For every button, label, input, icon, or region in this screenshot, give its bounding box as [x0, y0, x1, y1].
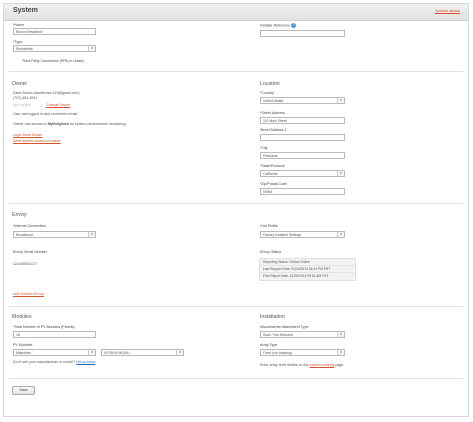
name-input[interactable]: Brown Residence: [13, 28, 96, 35]
envoy-serial-value: 121406002177: [13, 262, 37, 266]
pv-manufacturer-value: Mitsubishi: [16, 351, 32, 355]
owner-access-pre: Owner has access to: [13, 122, 48, 126]
internet-connection-label: *Internet Connection: [13, 224, 46, 228]
envoy-status-row: Last Support Date: 01/16/2014 06:10 PM P…: [260, 266, 355, 273]
pv-model-select[interactable]: UF250W-MLE5U ▾: [101, 349, 184, 356]
page-title: System: [13, 7, 38, 14]
country-label: *Country: [260, 91, 274, 95]
change-owner-link[interactable]: Change Owner: [46, 103, 70, 107]
installer-reference-label-text: Installer Reference: [260, 23, 291, 28]
owner-login-text: User has logged in and connected email: [13, 112, 78, 116]
location-section-title: Location: [260, 81, 280, 87]
third-party-text: Third Party Connection (PPA or Lease): [22, 59, 84, 63]
installer-reference-label: Installer Reference ?: [260, 23, 297, 28]
chevron-down-icon: ▾: [337, 171, 344, 176]
pv-model-value: UF250W-MLE5U: [104, 351, 130, 355]
owner-section-title: Owner: [12, 81, 28, 87]
chevron-down-icon: ▾: [88, 350, 95, 355]
street-input[interactable]: 110 Main Street: [260, 117, 345, 124]
divider: [9, 203, 463, 204]
type-select-value: Residential: [16, 47, 33, 51]
country-select-value: United States: [263, 99, 284, 103]
chevron-down-icon: ▾: [337, 332, 344, 337]
owner-access-text: Owner has access to MyEnlighten for syst…: [13, 122, 126, 126]
street2-input[interactable]: [260, 134, 345, 141]
attachment-type-label: Microinverter Attachment Type: [260, 325, 309, 329]
pv-modules-label: PV Modules: [13, 343, 33, 347]
save-button[interactable]: Save: [12, 386, 35, 395]
separator: |: [41, 103, 42, 107]
chevron-down-icon: ▾: [88, 232, 95, 237]
attachment-type-select[interactable]: Rack / Not Mounted ▾: [260, 331, 345, 338]
system-status-link[interactable]: System status: [435, 8, 460, 13]
array-details-pre: Enter array level details on the: [260, 363, 310, 367]
login-owner-link[interactable]: Login Dave Brown: [13, 133, 42, 137]
zip-label: *Zip/Postal Code: [260, 182, 287, 186]
envoy-section-title: Envoy: [12, 212, 27, 218]
country-select[interactable]: United States ▾: [260, 97, 345, 104]
internet-connection-select[interactable]: Broadband ▾: [13, 231, 96, 238]
type-label: *Type: [13, 40, 23, 44]
owner-name: Dave Brown (davebrown123@gmail.com): [13, 91, 80, 95]
envoy-status-row: Reporting Status: Device Online: [260, 259, 355, 266]
city-input[interactable]: Petaluma: [260, 152, 345, 159]
street-label: *Street Address: [260, 111, 285, 115]
total-modules-label: *Total Number of PV Modules (Panels): [13, 325, 75, 329]
help-icon[interactable]: ?: [291, 23, 297, 28]
add-envoy-link[interactable]: Add Another Envoy: [13, 292, 44, 296]
grid-profile-label: Grid Profile: [260, 224, 278, 228]
let-us-know-link[interactable]: Let us know: [76, 360, 95, 364]
chevron-down-icon: ▾: [337, 350, 344, 355]
array-details-text: Enter array level details on the system …: [260, 363, 344, 367]
envoy-serial-label: Envoy Serial Number: [13, 250, 47, 254]
envoy-status-label: Envoy Status: [260, 250, 282, 254]
chevron-down-icon: ▾: [88, 46, 95, 51]
city-label: *City: [260, 146, 268, 150]
pv-manufacturer-select[interactable]: Mitsubishi ▾: [13, 349, 96, 356]
total-modules-input[interactable]: 18: [13, 331, 96, 338]
chevron-down-icon: ▾: [337, 98, 344, 103]
system-settings-link[interactable]: system settings: [310, 363, 335, 367]
installation-section-title: Installation: [260, 314, 285, 320]
owner-access-app: MyEnlighten: [47, 122, 69, 126]
divider: [9, 378, 463, 379]
zip-input[interactable]: 94954: [260, 188, 345, 195]
street2-label: Street Address 2: [260, 128, 287, 132]
modules-section-title: Modules: [12, 314, 32, 320]
array-type-value: Fixed (not tracking): [263, 351, 293, 355]
installer-reference-input[interactable]: [260, 30, 345, 37]
name-label: *Name: [13, 23, 24, 27]
owner-status-badge: Not verified: [13, 103, 32, 107]
state-label: *State/Province: [260, 164, 285, 168]
array-details-post: page.: [334, 363, 345, 367]
chevron-down-icon: ▾: [337, 232, 344, 237]
chevron-down-icon: ▾: [176, 350, 183, 355]
missing-manufacturer-text: Don't see your manufacturer or model? Le…: [13, 360, 95, 364]
type-select[interactable]: Residential ▾: [13, 45, 96, 52]
divider: [9, 71, 463, 72]
owner-phone: (707) 681-5911: [13, 96, 38, 100]
state-select[interactable]: California ▾: [260, 170, 345, 177]
panel-header: System System status: [4, 4, 468, 21]
divider: [9, 306, 463, 307]
envoy-status-row: First Report Date: 01/09/2014 09:51 AM P…: [263, 274, 329, 278]
grid-profile-select[interactable]: Factory Installed Settings ▾: [260, 231, 345, 238]
send-access-link[interactable]: Send system access to owner: [13, 139, 61, 143]
missing-manufacturer-pre: Don't see your manufacturer or model?: [13, 360, 77, 364]
internet-connection-value: Broadband: [16, 233, 33, 237]
array-type-label: Array Type: [260, 343, 278, 347]
state-select-value: California: [263, 172, 278, 176]
envoy-status-box: Reporting Status: Device Online Last Sup…: [259, 258, 356, 281]
array-type-select[interactable]: Fixed (not tracking) ▾: [260, 349, 345, 356]
grid-profile-value: Factory Installed Settings: [263, 233, 302, 237]
owner-access-post: for system performance monitoring.: [68, 122, 127, 126]
attachment-type-value: Rack / Not Mounted: [263, 333, 293, 337]
